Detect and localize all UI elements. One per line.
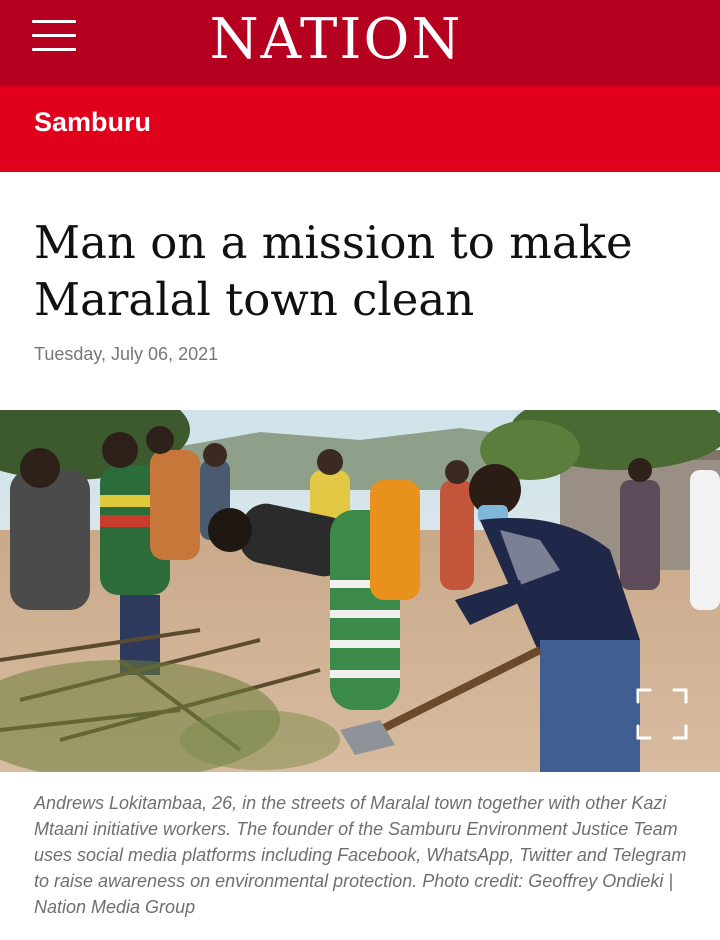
article-photo[interactable] <box>0 410 720 772</box>
site-logo[interactable]: NATION <box>0 0 672 80</box>
section-link-samburu[interactable]: Samburu <box>34 86 151 158</box>
article-date: Tuesday, July 06, 2021 <box>34 344 219 364</box>
fullscreen-expand-icon[interactable] <box>634 686 690 742</box>
photo-caption: Andrews Lokitambaa, 26, in the streets o… <box>34 793 687 917</box>
site-header: NATION <box>0 0 720 86</box>
section-bar: Samburu <box>0 86 720 172</box>
article-headline: Man on a mission to make Maralal town cl… <box>34 216 633 326</box>
